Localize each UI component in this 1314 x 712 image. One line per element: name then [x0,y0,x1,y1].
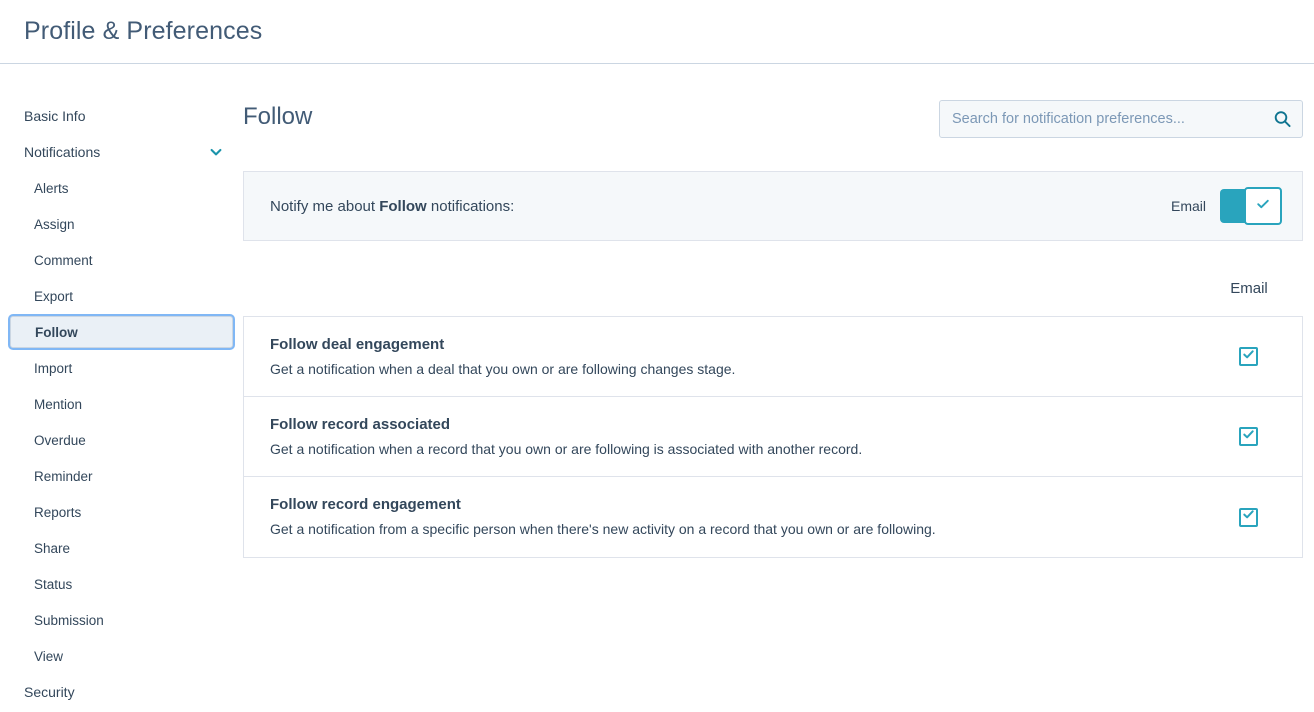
notify-banner-controls: Email [1171,189,1280,223]
toggle-knob [1244,187,1282,225]
sidebar-item-import[interactable]: Import [10,352,233,384]
sidebar-item-label: Basic Info [24,108,85,124]
search-container [939,100,1303,138]
preference-row: Follow record engagement Get a notificati… [244,477,1302,557]
preference-email-cell [1194,427,1302,446]
sidebar-item-label: Import [34,361,72,376]
preference-email-cell [1194,508,1302,527]
preference-row: Follow record associated Get a notificati… [244,397,1302,477]
preference-email-cell [1194,347,1302,366]
sidebar-item-security[interactable]: Security [10,676,233,708]
sidebar-item-label: Assign [34,217,75,232]
chevron-down-icon[interactable] [209,145,223,159]
column-header-row: Email [243,280,1303,297]
sidebar-item-label: Comment [34,253,93,268]
preference-title: Follow deal engagement [270,336,1194,353]
sidebar-item-overdue[interactable]: Overdue [10,424,233,456]
sidebar-item-notifications[interactable]: Notifications [10,136,233,168]
sidebar-item-label: Mention [34,397,82,412]
main-header: Follow [243,100,1303,138]
check-icon [1242,508,1255,526]
sidebar-item-comment[interactable]: Comment [10,244,233,276]
sidebar-item-label: Overdue [34,433,86,448]
sidebar-item-export[interactable]: Export [10,280,233,312]
notify-channel-label: Email [1171,198,1206,214]
sidebar-item-basic-info[interactable]: Basic Info [10,100,233,132]
search-input[interactable] [939,100,1303,138]
preference-info: Follow record associated Get a notificati… [270,402,1194,472]
sidebar-item-label: Reminder [34,469,93,484]
check-icon [1242,348,1255,366]
preference-title: Follow record associated [270,416,1194,433]
page-body: Basic Info Notifications Alerts Assign Comme… [0,64,1314,682]
notify-banner: Notify me about Follow notifications: Em… [243,171,1303,241]
sidebar-item-label: Share [34,541,70,556]
sidebar-item-reminder[interactable]: Reminder [10,460,233,492]
sidebar-item-follow[interactable]: Follow [10,316,233,348]
preference-title: Follow record engagement [270,496,1194,513]
sidebar-item-share[interactable]: Share [10,532,233,564]
page-title: Profile & Preferences [24,17,262,46]
sidebar-item-mention[interactable]: Mention [10,388,233,420]
app-header: Profile & Preferences [0,0,1314,64]
notify-banner-text: Notify me about Follow notifications: [270,198,514,215]
preference-description: Get a notification when a record that yo… [270,440,1194,458]
preference-info: Follow record engagement Get a notificati… [270,482,1194,552]
sidebar-item-reports[interactable]: Reports [10,496,233,528]
preference-row: Follow deal engagement Get a notification… [244,317,1302,397]
preference-description: Get a notification when a deal that you … [270,360,1194,378]
notify-text-prefix: Notify me about [270,198,379,215]
check-icon [1255,196,1271,217]
email-notifications-toggle[interactable] [1220,189,1280,223]
email-checkbox[interactable] [1239,347,1258,366]
sidebar-item-label: View [34,649,63,664]
preferences-list: Follow deal engagement Get a notification… [243,316,1303,558]
check-icon [1242,428,1255,446]
preference-description: Get a notification from a specific perso… [270,520,1194,538]
sidebar-item-label: Security [24,684,75,700]
search-icon[interactable] [1274,111,1291,128]
sidebar-item-label: Notifications [24,144,100,160]
preference-info: Follow deal engagement Get a notification… [270,322,1194,392]
main-content: Follow Notify me about Follow notificati… [243,64,1314,558]
sidebar-item-label: Alerts [34,181,69,196]
sidebar-item-label: Reports [34,505,81,520]
sidebar-item-view[interactable]: View [10,640,233,672]
sidebar-item-alerts[interactable]: Alerts [10,172,233,204]
sidebar-item-assign[interactable]: Assign [10,208,233,240]
notify-text-suffix: notifications: [427,198,515,215]
sidebar-item-status[interactable]: Status [10,568,233,600]
email-checkbox[interactable] [1239,427,1258,446]
email-checkbox[interactable] [1239,508,1258,527]
sidebar-item-label: Status [34,577,72,592]
sidebar-spacer [0,708,243,712]
sidebar-item-label: Follow [35,325,78,340]
column-header-email: Email [1195,280,1303,297]
sidebar: Basic Info Notifications Alerts Assign Comme… [0,64,243,712]
notify-text-bold: Follow [379,198,427,215]
sidebar-item-label: Submission [34,613,104,628]
sidebar-item-submission[interactable]: Submission [10,604,233,636]
section-title: Follow [243,100,312,132]
sidebar-item-label: Export [34,289,73,304]
